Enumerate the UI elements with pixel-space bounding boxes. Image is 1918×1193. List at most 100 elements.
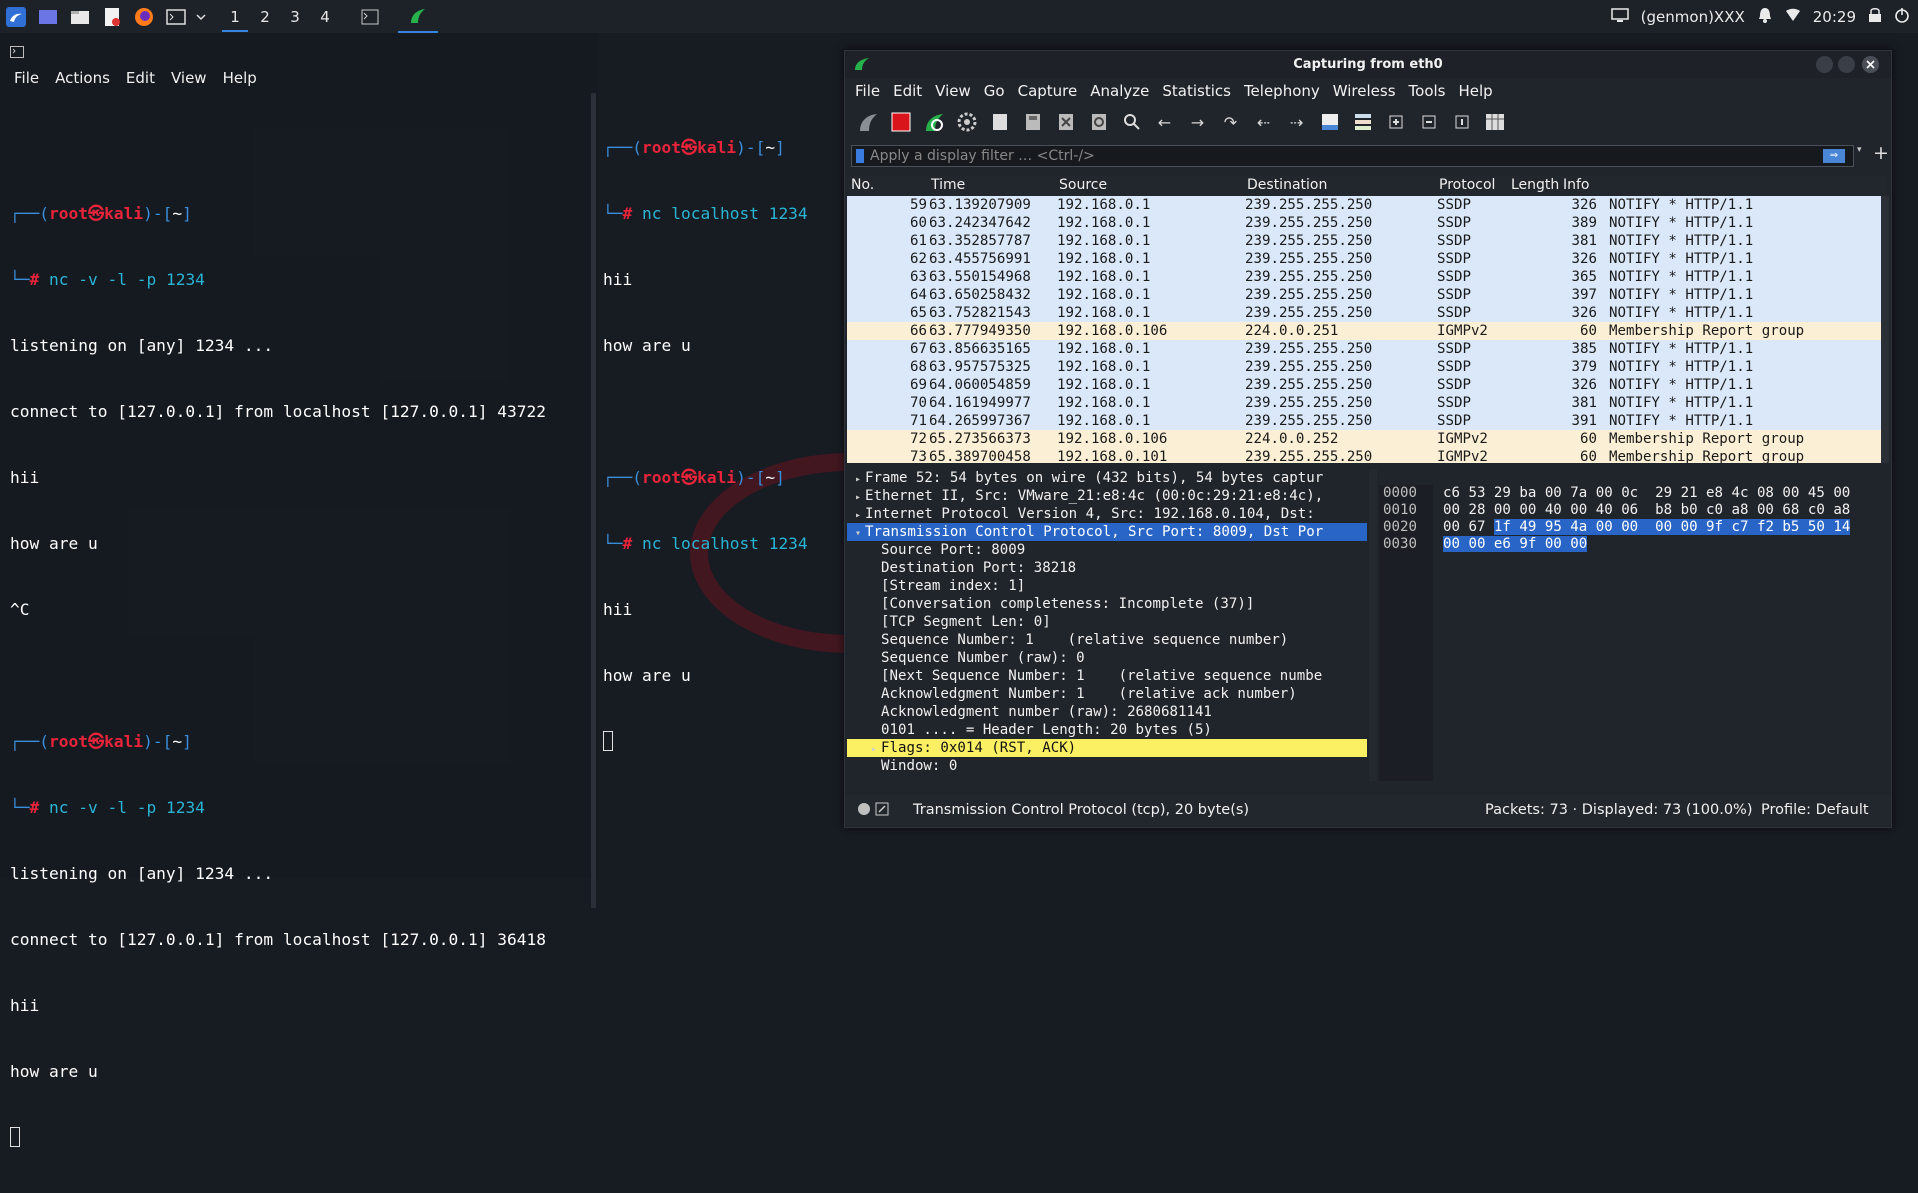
- close-file-icon[interactable]: [1053, 110, 1078, 135]
- go-forward-icon[interactable]: →: [1185, 110, 1210, 135]
- detail-tree-item[interactable]: Acknowledgment Number: 1 (relative ack n…: [847, 685, 1367, 703]
- notification-bell-icon[interactable]: [1757, 6, 1773, 28]
- lock-icon[interactable]: [1868, 7, 1882, 27]
- terminal-launcher-icon[interactable]: [160, 0, 192, 33]
- detail-tree-item[interactable]: 0101 .... = Header Length: 20 bytes (5): [847, 721, 1367, 739]
- kali-menu-icon[interactable]: [0, 0, 32, 33]
- packet-row[interactable]: 68 63.957575325 192.168.0.1 239.255.255.250…: [847, 358, 1881, 376]
- column-no[interactable]: No.: [851, 177, 874, 193]
- packet-row[interactable]: 60 63.242347642 192.168.0.1 239.255.255.250…: [847, 214, 1881, 232]
- edit-comment-icon[interactable]: [875, 802, 889, 820]
- column-info[interactable]: Info: [1563, 177, 1590, 193]
- column-length[interactable]: Length: [1511, 177, 1559, 193]
- detail-tree-item[interactable]: ▸ Internet Protocol Version 4, Src: 192.1…: [847, 505, 1367, 523]
- detail-tree-item[interactable]: ▸ Flags: 0x014 (RST, ACK): [847, 739, 1367, 757]
- detail-tree-item[interactable]: ▾ Transmission Control Protocol, Src Port…: [847, 523, 1367, 541]
- zoom-out-icon[interactable]: [1416, 110, 1441, 135]
- column-protocol[interactable]: Protocol: [1439, 177, 1495, 193]
- packet-row[interactable]: 73 65.389700458 192.168.0.101 239.255.255.2…: [847, 448, 1881, 463]
- task-wireshark-icon[interactable]: [398, 0, 438, 33]
- terminal-menu-actions[interactable]: Actions: [55, 69, 110, 87]
- detail-tree-item[interactable]: ▸ Ethernet II, Src: VMware_21:e8:4c (00:0…: [847, 487, 1367, 505]
- workspace-2[interactable]: 2: [250, 0, 280, 33]
- pane-splitter[interactable]: [591, 93, 596, 908]
- terminal-menu-edit[interactable]: Edit: [126, 69, 155, 87]
- zoom-in-icon[interactable]: [1383, 110, 1408, 135]
- chevron-down-icon[interactable]: [192, 0, 210, 33]
- detail-tree-item[interactable]: Window: 0: [847, 757, 1367, 775]
- ws-menu-analyze[interactable]: Analyze: [1090, 82, 1149, 100]
- packet-row[interactable]: 66 63.777949350 192.168.0.106 224.0.0.251 IG…: [847, 322, 1881, 357]
- go-back-icon[interactable]: ←: [1152, 110, 1177, 135]
- detail-tree-item[interactable]: Source Port: 8009: [847, 541, 1367, 559]
- first-packet-icon[interactable]: ⇠: [1251, 110, 1276, 135]
- packet-row[interactable]: 65 63.752821543 192.168.0.1 239.255.255.250…: [847, 304, 1881, 322]
- ws-menu-help[interactable]: Help: [1458, 82, 1492, 100]
- ws-menu-edit[interactable]: Edit: [893, 82, 922, 100]
- file-manager-icon[interactable]: [64, 0, 96, 33]
- packet-bytes-pane[interactable]: 0000 0010 0020 0030 c6 53 29 ba 00 7a 00…: [1379, 485, 1889, 781]
- capture-status-icon[interactable]: [857, 802, 871, 820]
- ws-menu-wireless[interactable]: Wireless: [1333, 82, 1396, 100]
- detail-tree-item[interactable]: ▸ Frame 52: 54 bytes on wire (432 bits), …: [847, 469, 1367, 487]
- terminal-menu-file[interactable]: File: [14, 69, 39, 87]
- detail-tree-item[interactable]: [Stream index: 1]: [847, 577, 1367, 595]
- filter-bookmark-icon[interactable]: [856, 149, 864, 163]
- detail-tree-item[interactable]: Sequence Number (raw): 0: [847, 649, 1367, 667]
- ws-menu-capture[interactable]: Capture: [1018, 82, 1078, 100]
- filter-dropdown-icon[interactable]: ▾: [1857, 145, 1862, 155]
- packet-row[interactable]: 72 65.273566373 192.168.0.106 224.0.0.252 IG…: [847, 430, 1881, 463]
- add-filter-button-icon[interactable]: +: [1873, 142, 1889, 164]
- task-terminal-icon[interactable]: [354, 0, 386, 33]
- close-button[interactable]: [1862, 56, 1879, 73]
- packet-row[interactable]: 71 64.265997367 192.168.0.1 239.255.255.250…: [847, 412, 1881, 430]
- go-to-packet-icon[interactable]: ↷: [1218, 110, 1243, 135]
- maximize-button[interactable]: [1838, 56, 1855, 73]
- packet-row[interactable]: 59 63.139207909 192.168.0.1 239.255.255.250…: [847, 196, 1881, 214]
- packet-row[interactable]: 70 64.161949977 192.168.0.1 239.255.255.250…: [847, 394, 1881, 412]
- monitor-icon[interactable]: [1610, 7, 1629, 27]
- wifi-icon[interactable]: [1785, 7, 1801, 27]
- genmon-label[interactable]: (genmon)XXX: [1641, 8, 1745, 26]
- workspace-3[interactable]: 3: [280, 0, 310, 33]
- workspace-1[interactable]: 1: [220, 0, 250, 33]
- show-desktop-icon[interactable]: [32, 0, 64, 33]
- detail-tree-item[interactable]: [Next Sequence Number: 1 (relative seque…: [847, 667, 1367, 685]
- packet-list[interactable]: 59 63.139207909 192.168.0.1 239.255.255.250…: [847, 196, 1881, 463]
- packet-row[interactable]: 61 63.352857787 192.168.0.1 239.255.255.250…: [847, 232, 1881, 250]
- packet-details-pane[interactable]: ▸ Frame 52: 54 bytes on wire (432 bits), …: [847, 469, 1367, 781]
- last-packet-icon[interactable]: ⇢: [1284, 110, 1309, 135]
- workspace-4[interactable]: 4: [310, 0, 340, 33]
- firefox-icon[interactable]: [128, 0, 160, 33]
- reload-file-icon[interactable]: [1086, 110, 1111, 135]
- column-source[interactable]: Source: [1059, 177, 1107, 193]
- hex-row[interactable]: c6 53 29 ba 00 7a 00 0c 29 21 e8 4c 08 0…: [1443, 485, 1883, 502]
- ws-menu-tools[interactable]: Tools: [1409, 82, 1446, 100]
- ws-menu-file[interactable]: File: [855, 82, 880, 100]
- packet-row[interactable]: 67 63.856635165 192.168.0.1 239.255.255.250…: [847, 340, 1881, 358]
- find-packet-icon[interactable]: [1119, 110, 1144, 135]
- detail-tree-item[interactable]: Sequence Number: 1 (relative sequence nu…: [847, 631, 1367, 649]
- terminal-pane-right[interactable]: ┌──(root㉿kali)-[~] └─# nc localhost 1234…: [603, 93, 833, 797]
- details-bytes-splitter[interactable]: [1369, 469, 1377, 781]
- hex-row[interactable]: 00 67 1f 49 95 4a 00 00 00 00 9f c7 f2 b…: [1443, 519, 1883, 536]
- normal-size-icon[interactable]: [1449, 110, 1474, 135]
- capture-options-gear-icon[interactable]: [954, 110, 979, 135]
- stop-capture-icon[interactable]: [888, 110, 913, 135]
- hex-row[interactable]: 00 28 00 00 40 00 40 06 b8 b0 c0 a8 00 6…: [1443, 502, 1883, 519]
- text-editor-icon[interactable]: [96, 0, 128, 33]
- terminal-titlebar[interactable]: [0, 33, 598, 63]
- detail-tree-item[interactable]: [Conversation completeness: Incomplete (…: [847, 595, 1367, 613]
- apply-filter-arrow-icon[interactable]: ⇒: [1823, 149, 1845, 163]
- packet-row[interactable]: 69 64.060054859 192.168.0.1 239.255.255.250…: [847, 376, 1881, 394]
- ws-menu-go[interactable]: Go: [984, 82, 1005, 100]
- wireshark-titlebar[interactable]: Capturing from eth0: [845, 51, 1891, 78]
- open-file-icon[interactable]: [987, 110, 1012, 135]
- clock[interactable]: 20:29: [1813, 8, 1856, 26]
- detail-tree-item[interactable]: Destination Port: 38218: [847, 559, 1367, 577]
- packet-row[interactable]: 64 63.650258432 192.168.0.1 239.255.255.250…: [847, 286, 1881, 304]
- ws-menu-telephony[interactable]: Telephony: [1244, 82, 1320, 100]
- ws-menu-statistics[interactable]: Statistics: [1162, 82, 1231, 100]
- terminal-menu-view[interactable]: View: [171, 69, 207, 87]
- terminal-menu-help[interactable]: Help: [223, 69, 257, 87]
